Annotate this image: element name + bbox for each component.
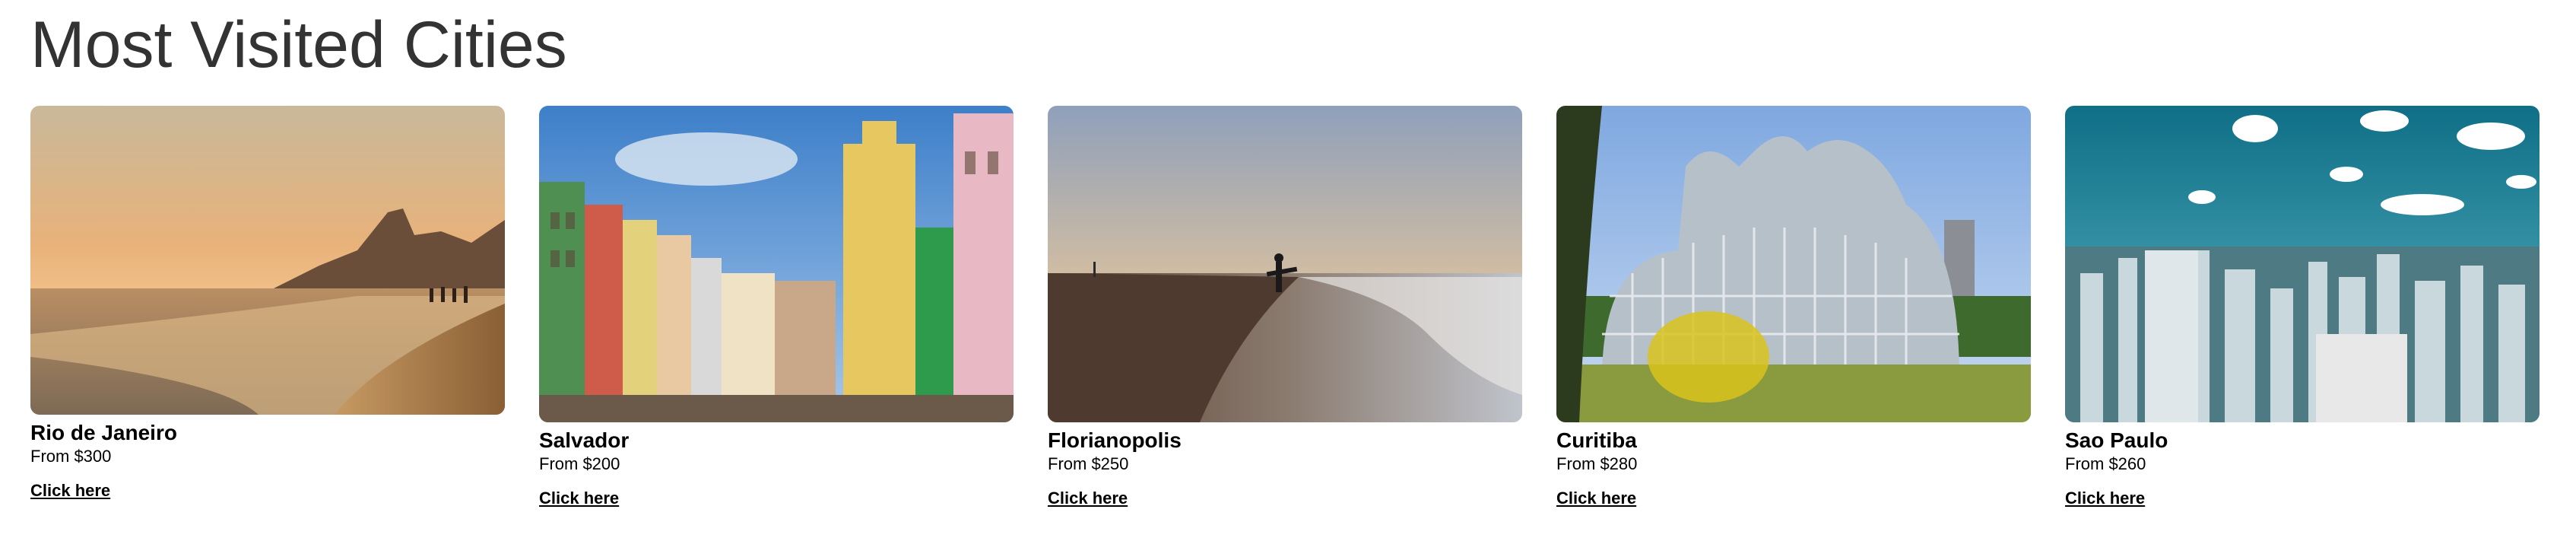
city-photo-florianopolis xyxy=(1048,106,1522,422)
city-price: From $280 xyxy=(1556,454,1638,474)
click-here-link[interactable]: Click here xyxy=(1048,489,1522,508)
city-card-curitiba: Curitiba From $280 Click here xyxy=(1556,106,2031,508)
city-name: Curitiba xyxy=(1556,428,1637,452)
click-here-link[interactable]: Click here xyxy=(539,489,1014,508)
city-price: From $250 xyxy=(1048,454,1129,474)
city-photo-salvador xyxy=(539,106,1014,422)
city-photo-sao-paulo xyxy=(2065,106,2540,422)
surfer-beach-image xyxy=(1048,106,1522,422)
click-here-link[interactable]: Click here xyxy=(1556,489,2031,508)
click-here-link[interactable]: Click here xyxy=(30,481,505,501)
colonial-street-image xyxy=(539,106,1014,422)
city-card-rio-de-janeiro: Rio de Janeiro From $300 Click here xyxy=(30,106,505,508)
city-name: Sao Paulo xyxy=(2065,428,2168,452)
city-photo-rio-de-janeiro xyxy=(30,106,505,415)
city-card-sao-paulo: Sao Paulo From $260 Click here xyxy=(2065,106,2540,508)
city-card-salvador: Salvador From $200 Click here xyxy=(539,106,1014,508)
click-here-link[interactable]: Click here xyxy=(2065,489,2540,508)
botanical-garden-greenhouse-image xyxy=(1556,106,2031,422)
page-title: Most Visited Cities xyxy=(30,8,567,81)
beach-sunset-image xyxy=(30,106,505,415)
city-card-list: Rio de Janeiro From $300 Click here Salv… xyxy=(30,106,2540,508)
city-card-florianopolis: Florianopolis From $250 Click here xyxy=(1048,106,1522,508)
city-price: From $260 xyxy=(2065,454,2146,474)
city-price: From $200 xyxy=(539,454,620,474)
city-skyline-image xyxy=(2065,106,2540,422)
city-price: From $300 xyxy=(30,447,112,466)
city-name: Florianopolis xyxy=(1048,428,1182,452)
city-name: Salvador xyxy=(539,428,630,452)
city-photo-curitiba xyxy=(1556,106,2031,422)
city-name: Rio de Janeiro xyxy=(30,421,177,444)
